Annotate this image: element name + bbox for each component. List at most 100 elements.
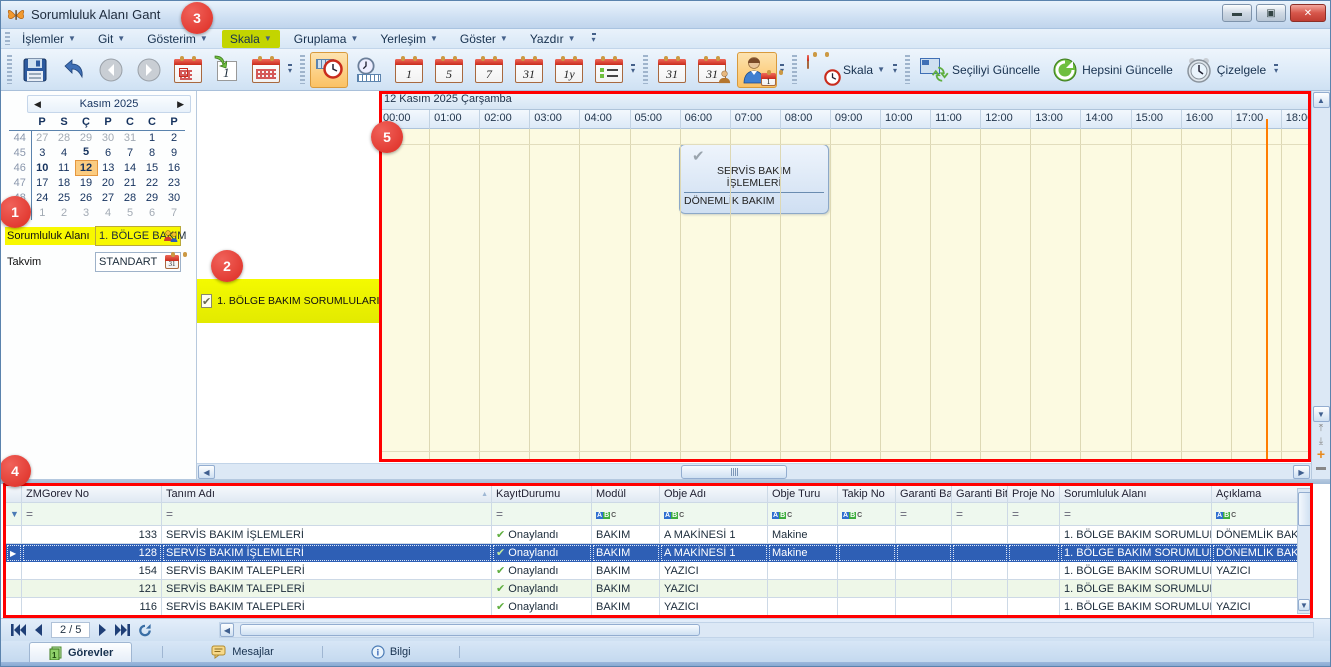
column-header-garanti-biti[interactable]: Garanti Bitiş	[952, 485, 1008, 503]
last-page-icon[interactable]	[115, 623, 131, 637]
scroll-down-icon[interactable]: ▼	[1313, 406, 1330, 422]
grid-row-121[interactable]: 121SERVİS BAKIM TALEPLERİ✔ OnaylandıBAKI…	[6, 580, 1312, 598]
calendar-day[interactable]: 8	[141, 145, 163, 160]
calendar-day[interactable]: 7	[119, 145, 141, 160]
column-header-proje-no[interactable]: Proje No	[1008, 485, 1060, 503]
toolbar-button-clock-ruler-icon[interactable]	[350, 52, 388, 88]
calendar-day[interactable]: 31	[119, 130, 141, 145]
column-header-takip-no[interactable]: Takip No	[838, 485, 896, 503]
filter-cell-garanti-ba-l[interactable]: =	[896, 503, 952, 526]
filter-funnel-icon[interactable]: ▼	[10, 509, 19, 519]
calendar-day[interactable]: 5	[119, 205, 141, 220]
calendar-day[interactable]: 15	[141, 160, 163, 175]
menu-item-i-lemler[interactable]: İşlemler▼	[14, 30, 84, 48]
toolbar-button-ruler-clock-icon[interactable]	[310, 52, 348, 88]
calendar-day[interactable]: 14	[119, 160, 141, 175]
calendar-day[interactable]: 2	[53, 205, 75, 220]
grid-scroll-down-icon[interactable]: ▼	[1298, 599, 1310, 611]
calendar-day[interactable]: 9	[163, 145, 185, 160]
grid-row-116[interactable]: 116SERVİS BAKIM TALEPLERİ✔ OnaylandıBAKI…	[6, 598, 1312, 616]
zoom-in-icon[interactable]: +	[1313, 449, 1330, 461]
menu-item-git[interactable]: Git▼	[90, 30, 133, 48]
sorumluluk-alani-field[interactable]: 1. BÖLGE BAKIM	[95, 226, 181, 246]
toolbar-button-calendar-num-icon-31[interactable]: 31	[510, 52, 548, 88]
grid-horizontal-scrollbar[interactable]: ◀	[219, 622, 1314, 638]
toolbar-button-calendar-list-icon[interactable]	[590, 52, 628, 88]
calendar-day[interactable]: 20	[97, 175, 119, 190]
maximize-button[interactable]: ▣	[1256, 4, 1286, 22]
grid-row-133[interactable]: 133SERVİS BAKIM İŞLEMLERİ✔ OnaylandıBAKI…	[6, 526, 1312, 544]
next-page-icon[interactable]	[97, 623, 109, 637]
calendar-day[interactable]: 16	[163, 160, 185, 175]
toolbar-button-calendar-person-icon-31[interactable]: 31	[693, 52, 735, 88]
calendar-day[interactable]: 21	[119, 175, 141, 190]
calendar-day[interactable]: 24	[31, 190, 53, 205]
calendar-day[interactable]: 10	[31, 160, 53, 175]
toolbar-button-person-calendar-icon[interactable]: 1	[737, 52, 777, 88]
tab-mesajlar[interactable]: Mesajlar	[193, 642, 292, 662]
menu-overflow-chevron-icon[interactable]: ▾	[592, 33, 596, 44]
calendar-day[interactable]: 22	[141, 175, 163, 190]
calendar-day[interactable]: 1	[31, 205, 53, 220]
calendar-day[interactable]: 6	[141, 205, 163, 220]
calendar-day[interactable]: 29	[75, 130, 97, 145]
column-header-mod-l[interactable]: Modül	[592, 485, 660, 503]
hscroll-thumb[interactable]	[681, 465, 787, 479]
people-icon[interactable]	[163, 229, 179, 244]
toolbar-button-nav-forward-icon[interactable]	[131, 52, 167, 88]
calendar-day[interactable]: 30	[163, 190, 185, 205]
toolbar-button-goto-date-icon-1[interactable]: 1	[209, 52, 245, 88]
toolbar-group-overflow-icon[interactable]: ▾	[631, 64, 635, 75]
filter-cell-takip-no[interactable]: ABC	[838, 503, 896, 526]
calendar-day[interactable]: 30	[97, 130, 119, 145]
menu-item-yazd-r[interactable]: Yazdır▼	[522, 30, 584, 48]
calendar-next-icon[interactable]: ▶	[177, 99, 184, 110]
toolbar-button-calendar-num-icon-5[interactable]: 5	[430, 52, 468, 88]
takvim-field[interactable]: STANDART 31	[95, 252, 181, 272]
gantt-body[interactable]: ✔ SERVİS BAKIM İŞLEMLERİ DÖNEMLİK BAKIM	[379, 129, 1311, 462]
filter-cell-zmgorev-no[interactable]: =	[22, 503, 162, 526]
toolbar-button-calendar-num-icon-1[interactable]: 1	[390, 52, 428, 88]
resource-item-bolge-bakim[interactable]: ✔ 1. BÖLGE BAKIM SORUMLULARI	[197, 279, 379, 323]
calendar-day-selected[interactable]: 12	[75, 160, 97, 175]
tasks-grid[interactable]: ZMGorev NoTanım Adı▲KayıtDurumuModülObje…	[5, 484, 1312, 616]
calendar-day[interactable]: 27	[31, 130, 53, 145]
toolbar-button-izelgele[interactable]: Çizelgele	[1180, 52, 1271, 88]
toolbar-group-overflow-icon[interactable]: ▾	[893, 64, 897, 75]
resource-checkbox[interactable]: ✔	[201, 294, 212, 308]
toolbar-button-calendar-num-icon-7[interactable]: 7	[470, 52, 508, 88]
takvim-calendar-icon[interactable]: 31	[165, 255, 179, 269]
toolbar-button-hepsini-g-ncelle[interactable]: Hepsini Güncelle	[1047, 52, 1178, 88]
gantt-vertical-scrollbar[interactable]: ▲ ▼ ⤒ ⤓ + ▬	[1311, 91, 1330, 481]
zoom-out-icon[interactable]: ▬	[1313, 462, 1330, 474]
toolbar-button-calendar-num-icon-31[interactable]: 31	[653, 52, 691, 88]
filter-cell-mod-l[interactable]: ABC	[592, 503, 660, 526]
toolbar-group-overflow-icon[interactable]: ▾	[1274, 64, 1278, 75]
calendar-day[interactable]: 5	[75, 145, 97, 160]
toolbar-button-calendar-dots-icon[interactable]	[247, 52, 285, 88]
calendar-day[interactable]: 27	[97, 190, 119, 205]
menu-item-yerle-im[interactable]: Yerleşim▼	[372, 30, 446, 48]
scroll-right-icon[interactable]: ▶	[1293, 465, 1310, 479]
calendar-day[interactable]: 29	[141, 190, 163, 205]
calendar-day[interactable]: 17	[31, 175, 53, 190]
refresh-grid-icon[interactable]	[137, 623, 153, 638]
toolbar-button-skala[interactable]: Skala▼	[802, 52, 890, 88]
page-up-icon[interactable]: ⤒	[1313, 423, 1330, 435]
calendar-day[interactable]: 28	[53, 130, 75, 145]
filter-cell-sorumluluk-alan[interactable]: =	[1060, 503, 1212, 526]
close-button[interactable]: ✕	[1290, 4, 1326, 22]
toolbar-button-calendar-num-icon-1y[interactable]: 1y	[550, 52, 588, 88]
grid-scroll-left-icon[interactable]: ◀	[220, 623, 234, 637]
tab-g-revler[interactable]: 1Görevler	[29, 642, 132, 662]
calendar-day[interactable]: 28	[119, 190, 141, 205]
calendar-day[interactable]: 6	[97, 145, 119, 160]
gantt-chart[interactable]: 12 Kasım 2025 Çarşamba 00:0001:0002:0003…	[379, 91, 1311, 462]
minimize-button[interactable]: ▬	[1222, 4, 1252, 22]
grid-row-154[interactable]: 154SERVİS BAKIM TALEPLERİ✔ OnaylandıBAKI…	[6, 562, 1312, 580]
toolbar-group-overflow-icon[interactable]: ▾	[780, 64, 784, 75]
grid-vertical-scrollbar[interactable]: ▼	[1297, 488, 1311, 614]
calendar-prev-icon[interactable]: ◀	[34, 99, 41, 110]
menu-item-gruplama[interactable]: Gruplama▼	[286, 30, 367, 48]
prev-page-icon[interactable]	[32, 623, 44, 637]
